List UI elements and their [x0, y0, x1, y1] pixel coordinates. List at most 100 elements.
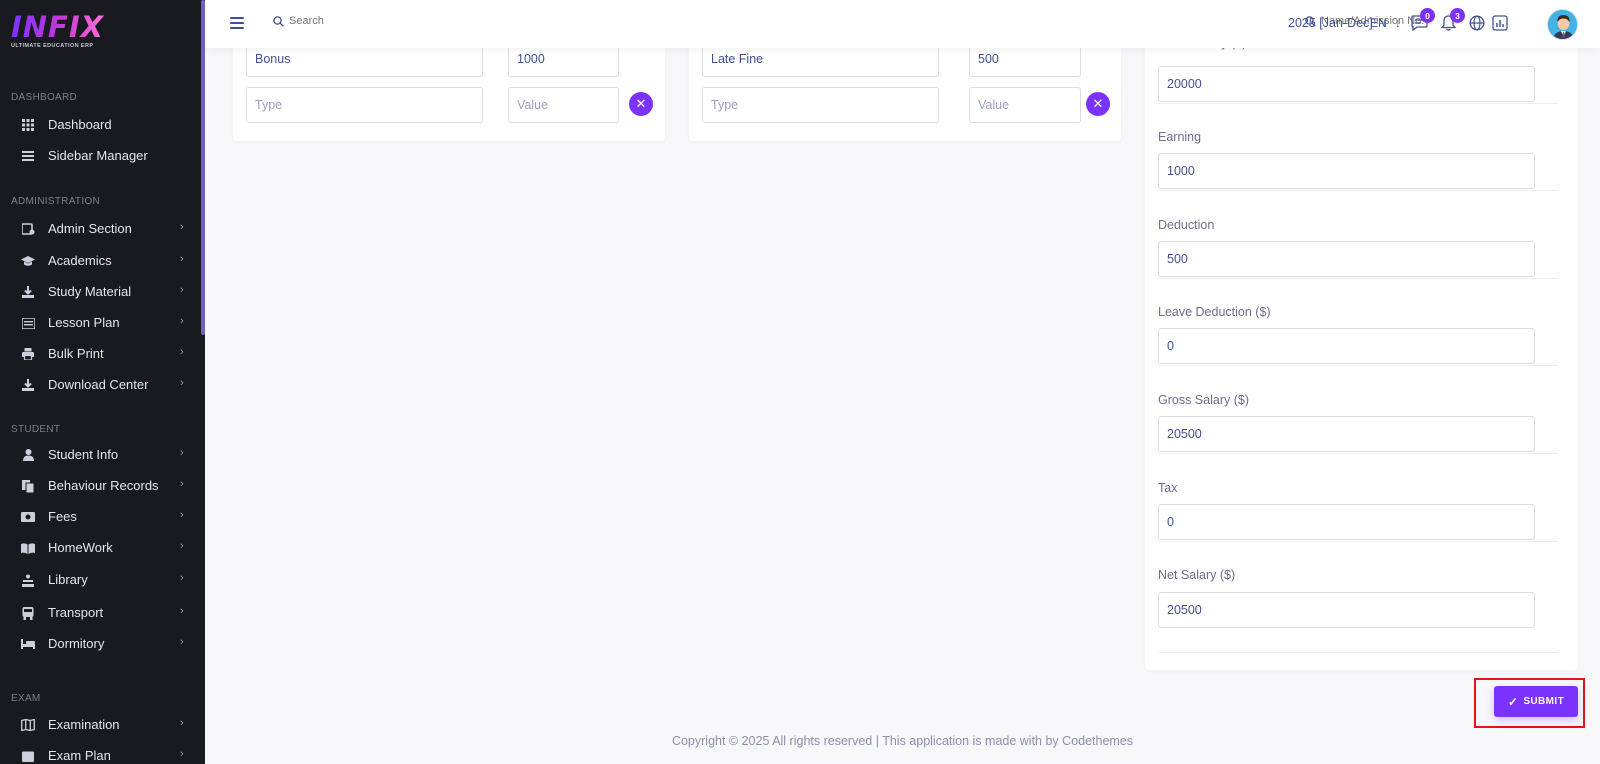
sidebar-item-sidebar-manager[interactable]: Sidebar Manager — [0, 141, 200, 171]
deduction-total-field[interactable]: 500 — [1158, 241, 1535, 277]
submit-button[interactable]: ✓ SUBMIT — [1494, 686, 1578, 717]
chevron-right-icon: › — [180, 509, 184, 521]
divider — [1158, 190, 1558, 191]
bed-icon — [21, 637, 35, 651]
language-selector[interactable]: EN ↓ — [1370, 16, 1401, 30]
sidebar-item-label: Bulk Print — [48, 346, 104, 361]
sidebar-item-label: Fees — [48, 509, 77, 524]
divider — [1158, 652, 1558, 653]
net-salary-field[interactable]: 20500 — [1158, 592, 1535, 628]
chevron-right-icon: › — [180, 636, 184, 648]
earning-type-input[interactable]: Type — [246, 87, 483, 123]
notifications-button[interactable]: 3 — [1440, 8, 1465, 33]
chevron-right-icon: › — [180, 284, 184, 296]
sidebar-item-label: Exam Plan — [48, 748, 111, 763]
sidebar-scrollbar[interactable] — [201, 0, 205, 335]
chevron-right-icon: › — [180, 315, 184, 327]
graduation-cap-icon — [21, 254, 35, 268]
close-icon: ✕ — [1092, 96, 1104, 111]
sidebar-item-behaviour-records[interactable]: Behaviour Records › — [0, 471, 200, 501]
sidebar-item-academics[interactable]: Academics › — [0, 246, 200, 276]
top-header: 2025 [Jan-Dec] ↓ EN ↓ 0 3 — [205, 0, 1600, 48]
sidebar-item-label: Dashboard — [48, 117, 112, 132]
sidebar-item-homework[interactable]: HomeWork › — [0, 533, 200, 563]
chevron-right-icon: › — [180, 572, 184, 584]
sidebar-item-dashboard[interactable]: Dashboard — [0, 110, 200, 140]
map-icon — [21, 718, 35, 732]
nav-section-exam: EXAM — [11, 693, 41, 704]
logo-text: INFIX — [11, 10, 105, 44]
chevron-right-icon: › — [180, 478, 184, 490]
calendar-icon — [21, 749, 35, 763]
sidebar-item-label: Examination — [48, 717, 120, 732]
sidebar-item-exam-plan[interactable]: Exam Plan › — [0, 741, 200, 764]
sidebar-item-student-info[interactable]: Student Info › — [0, 440, 200, 470]
earning-total-field[interactable]: 1000 — [1158, 153, 1535, 189]
remove-deduction-button[interactable]: ✕ — [1086, 92, 1110, 116]
chevron-right-icon: › — [180, 253, 184, 265]
sidebar-item-download-center[interactable]: Download Center › — [0, 370, 200, 400]
gross-salary-field[interactable]: 20500 — [1158, 416, 1535, 452]
sidebar-item-label: Admin Section — [48, 221, 132, 236]
sidebar-item-examination[interactable]: Examination › — [0, 710, 200, 740]
book-icon — [21, 541, 35, 555]
chevron-right-icon: › — [180, 377, 184, 389]
earning-label: Earning — [1158, 130, 1202, 144]
chevron-right-icon: › — [180, 717, 184, 729]
sidebar-item-label: Student Info — [48, 447, 119, 462]
bus-icon — [21, 606, 35, 620]
sidebar-item-label: Library — [48, 572, 88, 587]
salary-summary-card: Basic Salary ($) 20000 Earning 1000 Dedu… — [1145, 40, 1578, 670]
chevron-right-icon: › — [180, 605, 184, 617]
user-avatar-icon — [1548, 10, 1577, 39]
sidebar-item-library[interactable]: Library › — [0, 565, 200, 595]
remove-earning-button[interactable]: ✕ — [629, 92, 653, 116]
deductions-card: Late Fine 500 Type Value ✕ — [689, 40, 1121, 141]
search-icon — [273, 15, 284, 27]
sidebar-item-dormitory[interactable]: Dormitory › — [0, 629, 200, 659]
sidebar-item-study-material[interactable]: Study Material › — [0, 277, 200, 307]
deduction-label: Deduction — [1158, 218, 1215, 232]
submit-label: SUBMIT — [1523, 696, 1565, 707]
tax-label: Tax — [1158, 481, 1178, 495]
sidebar-item-label: Behaviour Records — [48, 478, 159, 493]
sidebar-item-admin-section[interactable]: Admin Section › — [0, 214, 200, 244]
admin-icon — [21, 222, 35, 236]
check-icon: ✓ — [1507, 694, 1519, 709]
printer-icon — [21, 347, 35, 361]
messages-badge: 0 — [1420, 8, 1435, 23]
gross-salary-label: Gross Salary ($) — [1158, 393, 1249, 407]
divider — [1158, 453, 1558, 454]
divider — [1158, 365, 1558, 366]
session-label: 2025 [Jan-Dec] — [1288, 16, 1373, 30]
sidebar-item-label: Lesson Plan — [48, 315, 120, 330]
sidebar-item-lesson-plan[interactable]: Lesson Plan › — [0, 308, 200, 338]
sidebar-item-transport[interactable]: Transport › — [0, 598, 200, 628]
leave-deduction-field[interactable]: 0 — [1158, 328, 1535, 364]
messages-button[interactable]: 0 — [1411, 8, 1435, 33]
net-salary-label: Net Salary ($) — [1158, 568, 1236, 582]
search-input[interactable] — [289, 15, 409, 27]
sidebar-item-label: HomeWork — [48, 540, 113, 555]
sidebar-item-fees[interactable]: Fees › — [0, 502, 200, 532]
avatar[interactable] — [1547, 9, 1578, 40]
basic-salary-field[interactable]: 20000 — [1158, 66, 1535, 102]
tax-field[interactable]: 0 — [1158, 504, 1535, 540]
nav-section-dashboard: DASHBOARD — [11, 92, 78, 103]
library-icon — [21, 573, 35, 587]
search-box[interactable] — [273, 15, 409, 27]
earning-value-input[interactable]: Value — [508, 87, 619, 123]
reports-button[interactable] — [1492, 15, 1510, 33]
user-icon — [21, 448, 35, 462]
sidebar: INFIX ULTIMATE EDUCATION ERP DASHBOARD D… — [0, 0, 205, 764]
sidebar-item-label: Transport — [48, 605, 104, 620]
close-icon: ✕ — [635, 96, 647, 111]
sidebar-item-bulk-print[interactable]: Bulk Print › — [0, 339, 200, 369]
hamburger-menu-icon[interactable] — [230, 17, 244, 29]
sidebar-item-label: Sidebar Manager — [48, 148, 148, 163]
deduction-value-input[interactable]: Value — [969, 87, 1081, 123]
divider — [1158, 278, 1558, 279]
deduction-type-input[interactable]: Type — [702, 87, 939, 123]
logo[interactable]: INFIX ULTIMATE EDUCATION ERP — [11, 12, 104, 49]
website-button[interactable] — [1469, 15, 1487, 33]
